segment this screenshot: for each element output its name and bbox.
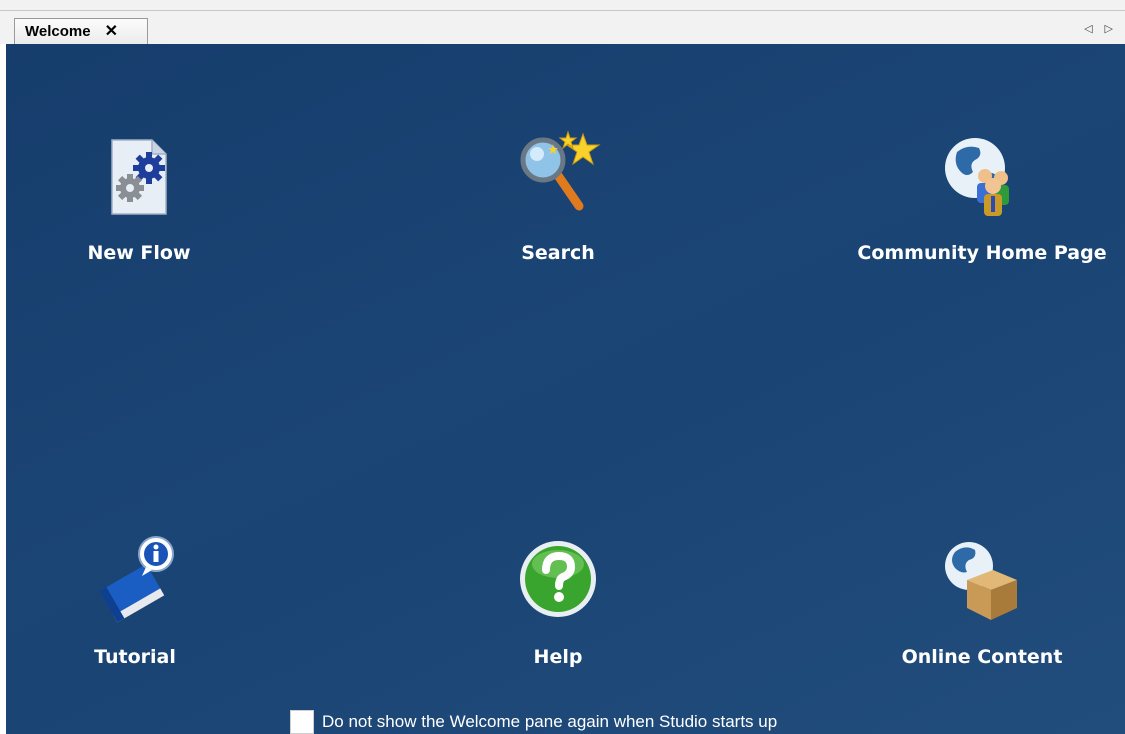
tutorial-label: Tutorial [94,646,176,668]
new-flow-button[interactable]: New Flow [6,130,289,264]
new-flow-label: New Flow [87,242,191,264]
tutorial-button[interactable]: Tutorial [6,534,285,668]
community-home-page-button[interactable]: Community Home Page [832,130,1125,264]
help-label: Help [533,646,583,668]
search-button[interactable]: Search [408,130,708,264]
online-content-icon [945,542,1017,620]
startup-option: Do not show the Welcome pane again when … [290,710,777,734]
tab-bar: Welcome ✕ ◁ ▷ [0,0,1125,44]
tab-scroll-buttons: ◁ ▷ [1084,22,1113,35]
community-globe-icon [945,138,1009,216]
tab-welcome[interactable]: Welcome ✕ [14,18,148,44]
welcome-pane: New Flow Search Community Home Page Tuto… [6,44,1125,734]
close-icon[interactable]: ✕ [105,23,118,40]
online-content-button[interactable]: Online Content [832,534,1125,668]
dont-show-again-checkbox[interactable] [290,710,314,734]
scroll-right-icon[interactable]: ▷ [1105,22,1113,35]
tab-title: Welcome [25,23,91,40]
search-label: Search [521,242,595,264]
search-icon [520,130,601,211]
tab-bar-border [0,10,1125,11]
community-home-page-label: Community Home Page [857,242,1107,264]
tutorial-book-icon [99,536,174,623]
new-flow-icon [111,139,167,215]
help-button[interactable]: Help [408,534,708,668]
online-content-label: Online Content [901,646,1063,668]
scroll-left-icon[interactable]: ◁ [1084,22,1092,35]
help-icon [520,541,596,617]
dont-show-again-label: Do not show the Welcome pane again when … [322,712,778,731]
